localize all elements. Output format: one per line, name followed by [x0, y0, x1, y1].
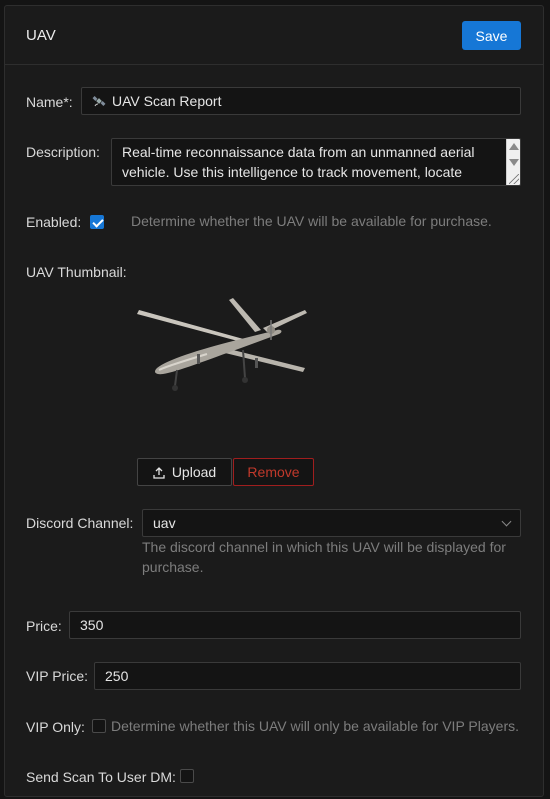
vip-price-label: VIP Price:: [26, 668, 88, 684]
uav-settings-card: UAV Save Name*: UAV Scan Report Descript…: [4, 5, 544, 797]
chevron-down-icon: [501, 516, 512, 527]
upload-label: Upload: [171, 464, 217, 480]
scroll-down-icon[interactable]: [509, 159, 519, 166]
send-scan-dm-checkbox[interactable]: [180, 769, 194, 783]
thumbnail-label: UAV Thumbnail:: [26, 264, 127, 280]
name-label: Name*:: [26, 94, 73, 110]
satellite-icon: [92, 94, 106, 108]
send-scan-dm-label: Send Scan To User DM:: [26, 769, 176, 785]
price-label: Price:: [26, 618, 62, 634]
name-value: UAV Scan Report: [112, 93, 222, 109]
vip-price-input[interactable]: 250: [94, 662, 521, 690]
vip-only-help: Determine whether this UAV will only be …: [111, 718, 519, 734]
vip-only-label: VIP Only:: [26, 719, 85, 735]
name-input[interactable]: UAV Scan Report: [81, 87, 521, 115]
discord-channel-select[interactable]: uav: [142, 509, 521, 537]
upload-icon: [153, 466, 165, 479]
price-input[interactable]: 350: [69, 611, 521, 639]
card-title: UAV: [26, 27, 56, 44]
save-button[interactable]: Save: [462, 21, 521, 50]
enabled-checkbox[interactable]: [90, 215, 104, 229]
discord-channel-value: uav: [153, 515, 176, 531]
remove-button[interactable]: Remove: [233, 458, 314, 486]
enabled-help: Determine whether the UAV will be availa…: [131, 213, 492, 229]
uav-thumbnail-image: [137, 288, 317, 400]
upload-button[interactable]: Upload: [137, 458, 232, 486]
enabled-label: Enabled:: [26, 214, 82, 230]
card-header: UAV Save: [5, 6, 543, 65]
vip-only-checkbox[interactable]: [92, 719, 106, 733]
price-value: 350: [80, 617, 104, 633]
resize-grip-icon[interactable]: [509, 174, 519, 184]
discord-channel-help: The discord channel in which this UAV wi…: [142, 539, 506, 575]
scroll-up-icon[interactable]: [509, 143, 519, 150]
vip-price-value: 250: [105, 668, 129, 684]
description-label: Description:: [26, 144, 100, 160]
description-value: Real-time reconnaissance data from an un…: [122, 144, 475, 180]
discord-channel-label: Discord Channel:: [26, 515, 134, 531]
description-textarea[interactable]: Real-time reconnaissance data from an un…: [111, 138, 521, 186]
